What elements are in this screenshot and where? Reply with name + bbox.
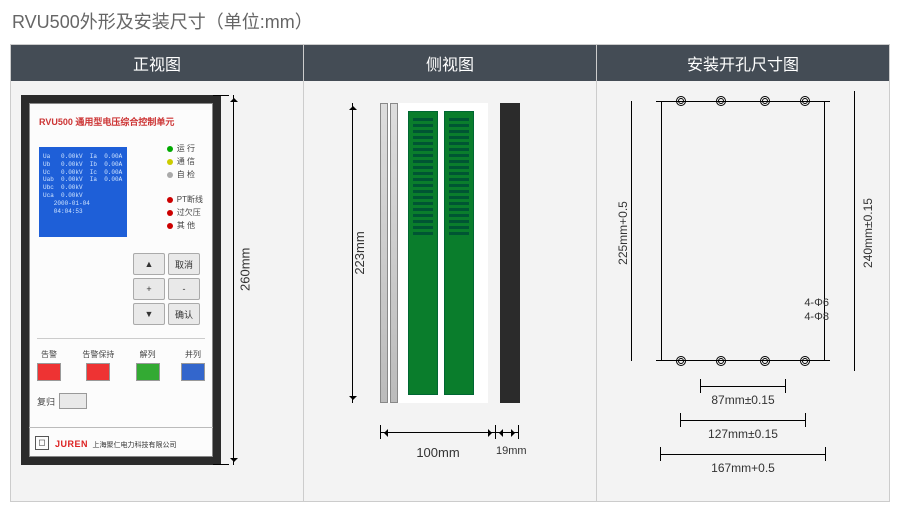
led-comm-icon [167, 159, 173, 165]
front-height-dimension [233, 95, 234, 465]
front-body: RVU500 通用型电压综合控制单元 Ua 0.00kV Ia 0.00A Ub… [11, 81, 303, 501]
side-header: 侧视图 [304, 45, 596, 81]
phi6-label: 4-Φ6 [804, 297, 829, 309]
split-button[interactable] [136, 363, 160, 381]
cutout-body: 225mm+0.5 240mm±0.15 4-Φ6 4-Φ8 87mm±0.15 [597, 81, 889, 501]
key-cancel[interactable]: 取消 [168, 253, 200, 275]
reset-row: 复归 [37, 393, 87, 409]
keypad: ▲ 取消 + - ▼ 确认 [133, 253, 203, 325]
key-up[interactable]: ▲ [133, 253, 165, 275]
lcd-screen: Ua 0.00kV Ia 0.00A Ub 0.00kV Ib 0.00A Uc… [39, 147, 127, 237]
key-down[interactable]: ▼ [133, 303, 165, 325]
side-body: 223mm 100mm 19mm [304, 81, 596, 501]
led-pt-icon [167, 197, 173, 203]
mounting-hole-icon [760, 356, 770, 366]
side-depth-label: 100mm [380, 445, 496, 460]
parallel-button[interactable] [181, 363, 205, 381]
terminal-block-a [408, 111, 438, 395]
brand-logo: JUREN [55, 439, 88, 449]
mounting-hole-icon [800, 356, 810, 366]
side-bezel-label: 19mm [496, 445, 520, 460]
cutout-horizontal-dims: 87mm±0.15 127mm±0.15 167mm+0.5 [657, 377, 829, 475]
diagram-row: 正视图 RVU500 通用型电压综合控制单元 Ua 0.00kV Ia 0.00… [10, 44, 890, 502]
product-title: RVU500 通用型电压综合控制单元 [39, 115, 203, 128]
side-view-cell: 侧视图 223mm [303, 45, 596, 501]
key-minus[interactable]: - [168, 278, 200, 300]
led-other-icon [167, 223, 173, 229]
mounting-hole-icon [676, 356, 686, 366]
reset-button[interactable] [59, 393, 87, 409]
front-header: 正视图 [11, 45, 303, 81]
indicator-button-row: 告警 告警保持 解列 并列 [37, 338, 205, 381]
device-side-view: 223mm [380, 103, 520, 403]
led-self-icon [167, 172, 173, 178]
side-height-label: 223mm [352, 231, 367, 274]
front-view-cell: 正视图 RVU500 通用型电压综合控制单元 Ua 0.00kV Ia 0.00… [11, 45, 303, 501]
usb-port-icon: ◻ [35, 436, 49, 450]
front-height-label: 260mm [238, 248, 253, 291]
led-run-icon [167, 146, 173, 152]
cutout-cell: 安装开孔尺寸图 [596, 45, 889, 501]
brand-company: 上海聚仁电力科技有限公司 [92, 442, 176, 449]
phi8-label: 4-Φ8 [804, 311, 829, 323]
key-plus[interactable]: + [133, 278, 165, 300]
terminal-block-b [444, 111, 474, 395]
alarm-hold-button[interactable] [86, 363, 110, 381]
front-bezel-side [500, 103, 520, 403]
key-ok[interactable]: 确认 [168, 303, 200, 325]
mounting-cutout [661, 101, 825, 361]
led-ov-icon [167, 210, 173, 216]
brand-row: ◻ JUREN 上海聚仁电力科技有限公司 [29, 427, 213, 457]
device-front-panel: RVU500 通用型电压综合控制单元 Ua 0.00kV Ia 0.00A Ub… [21, 95, 221, 465]
mounting-hole-icon [716, 356, 726, 366]
alarm-button[interactable] [37, 363, 61, 381]
page-title: RVU500外形及安装尺寸（单位:mm） [12, 8, 890, 34]
status-leds: 运 行 通 信 自 检 PT断线 过欠压 其 他 [167, 141, 203, 233]
cutout-header: 安装开孔尺寸图 [597, 45, 889, 81]
